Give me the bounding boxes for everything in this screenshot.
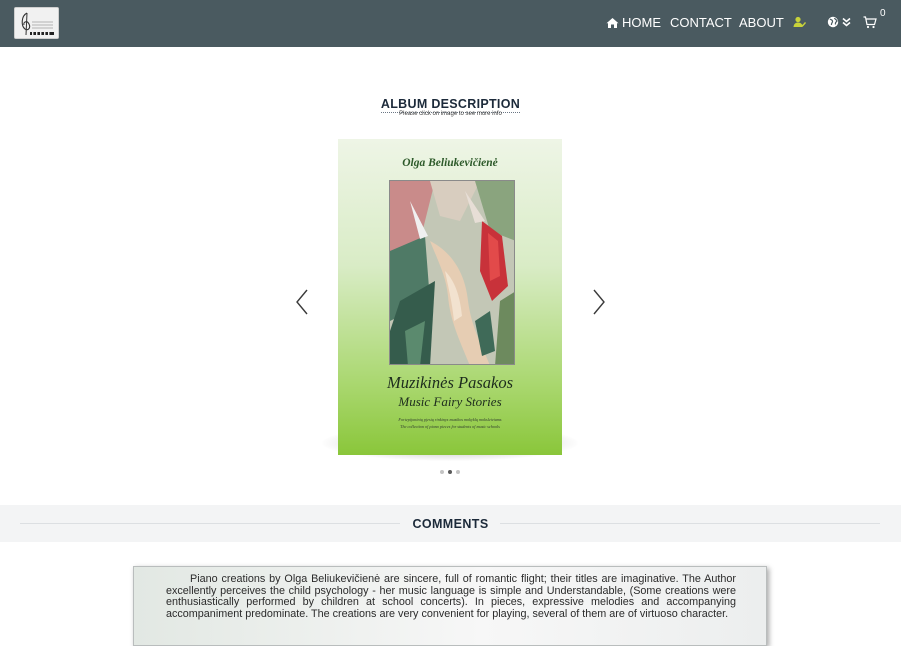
cart-button[interactable] (863, 16, 877, 29)
cart-count-badge: 0 (880, 8, 886, 19)
comments-header: COMMENTS (0, 505, 901, 542)
carousel-next-button[interactable] (592, 288, 606, 316)
cover-author: Olga Beliukevičienė (402, 157, 498, 169)
cover-desc-en: The collection of piano pieces for stude… (400, 424, 500, 429)
comments-heading: COMMENTS (412, 517, 489, 531)
album-subtitle: Please click on image to see more info (399, 111, 502, 117)
cover-title-lt: Muzikinės Pasakos (386, 373, 514, 392)
comment-text: Piano creations by Olga Beliukevičienė a… (166, 573, 736, 620)
cover-artwork (389, 180, 515, 365)
carousel-dot[interactable] (448, 470, 452, 474)
nav-contact-label: CONTACT (670, 15, 732, 30)
user-account-button[interactable] (793, 16, 806, 28)
comment-card: Piano creations by Olga Beliukevičienė a… (133, 566, 767, 646)
site-logo[interactable] (14, 7, 59, 39)
cart-icon (863, 16, 877, 29)
globe-icon (827, 16, 839, 28)
cover-title-en: Music Fairy Stories (398, 394, 502, 409)
logo-graphic (15, 8, 58, 38)
navbar: HOME CONTACT ABOUT 0 (0, 0, 901, 47)
chevron-right-icon (593, 289, 605, 315)
carousel-prev-button[interactable] (295, 288, 309, 316)
user-check-icon (793, 16, 806, 28)
nav-home-link[interactable]: HOME (606, 15, 661, 30)
nav-home-label: HOME (622, 15, 661, 30)
language-selector[interactable] (827, 16, 851, 28)
carousel-dot[interactable] (456, 470, 460, 474)
nav-about-label: ABOUT (739, 15, 784, 30)
carousel-indicators (440, 470, 460, 474)
nav-contact-link[interactable]: CONTACT (670, 15, 732, 30)
cover-desc-lt: Fortepijoninių pjesių rinkinys muzikos m… (398, 417, 502, 422)
home-icon (606, 17, 619, 29)
album-cover-image[interactable]: Olga Beliukevičienė Muzikinės Pasakos Mu… (338, 139, 562, 455)
carousel-dot[interactable] (440, 470, 444, 474)
nav-about-link[interactable]: ABOUT (739, 15, 784, 30)
chevron-double-down-icon (842, 17, 851, 27)
chevron-left-icon (296, 289, 308, 315)
